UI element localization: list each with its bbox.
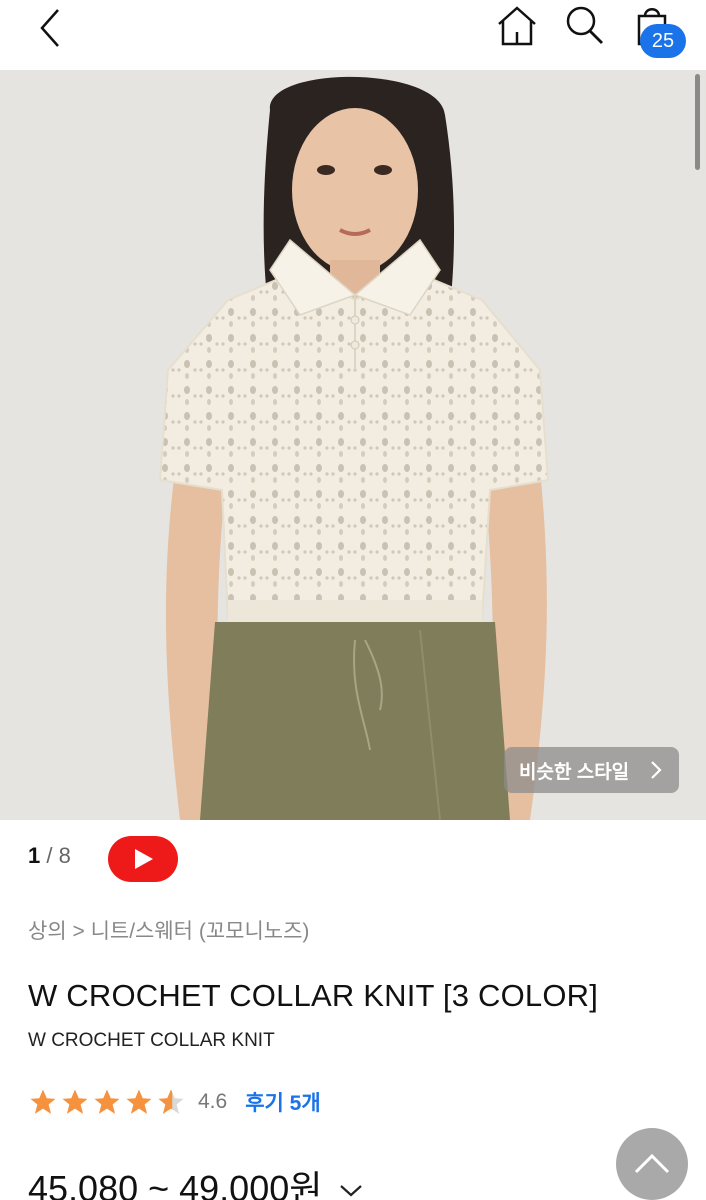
star-icon	[126, 1089, 152, 1114]
price-range[interactable]: 45,080 ~ 49,000원	[28, 1160, 364, 1200]
pager-total: 8	[58, 843, 71, 868]
pager-current: 1	[28, 843, 41, 868]
chevron-up-icon	[634, 1153, 670, 1174]
product-subtitle: W CROCHET COLLAR KNIT	[28, 1030, 275, 1051]
chevron-right-icon	[651, 761, 662, 779]
star-icon	[94, 1089, 120, 1114]
breadcrumb[interactable]: 상의 > 니트/스웨터 (꼬모니노즈)	[28, 915, 309, 945]
image-pager: 1 / 8	[28, 843, 71, 869]
similar-style-label: 비슷한 스타일	[519, 761, 630, 783]
similar-style-button[interactable]: 비슷한 스타일	[504, 747, 679, 793]
product-title: W CROCHET COLLAR KNIT [3 COLOR]	[28, 978, 599, 1013]
product-photo-illustration	[0, 70, 706, 820]
product-image[interactable]	[0, 70, 706, 820]
page-scrollbar[interactable]	[695, 74, 700, 170]
review-count-link[interactable]: 후기 5개	[245, 1087, 320, 1117]
half-star-icon	[158, 1089, 184, 1114]
rating-row[interactable]: 4.6 후기 5개	[28, 1086, 321, 1118]
chevron-down-icon	[340, 1185, 363, 1197]
star-icon	[30, 1089, 56, 1114]
search-icon[interactable]	[560, 2, 608, 48]
pager-separator: /	[46, 843, 53, 868]
play-icon	[135, 849, 153, 869]
chevron-left-icon[interactable]	[30, 4, 74, 48]
video-play-button[interactable]	[108, 836, 178, 882]
home-icon[interactable]	[494, 2, 540, 48]
top-navigation-bar: 25	[0, 0, 706, 70]
price-text: 45,080 ~ 49,000원	[28, 1168, 323, 1200]
star-icon	[62, 1089, 88, 1114]
cart-count-badge[interactable]: 25	[640, 24, 686, 58]
rating-score: 4.6	[198, 1090, 228, 1113]
scroll-to-top-button[interactable]	[616, 1128, 688, 1200]
